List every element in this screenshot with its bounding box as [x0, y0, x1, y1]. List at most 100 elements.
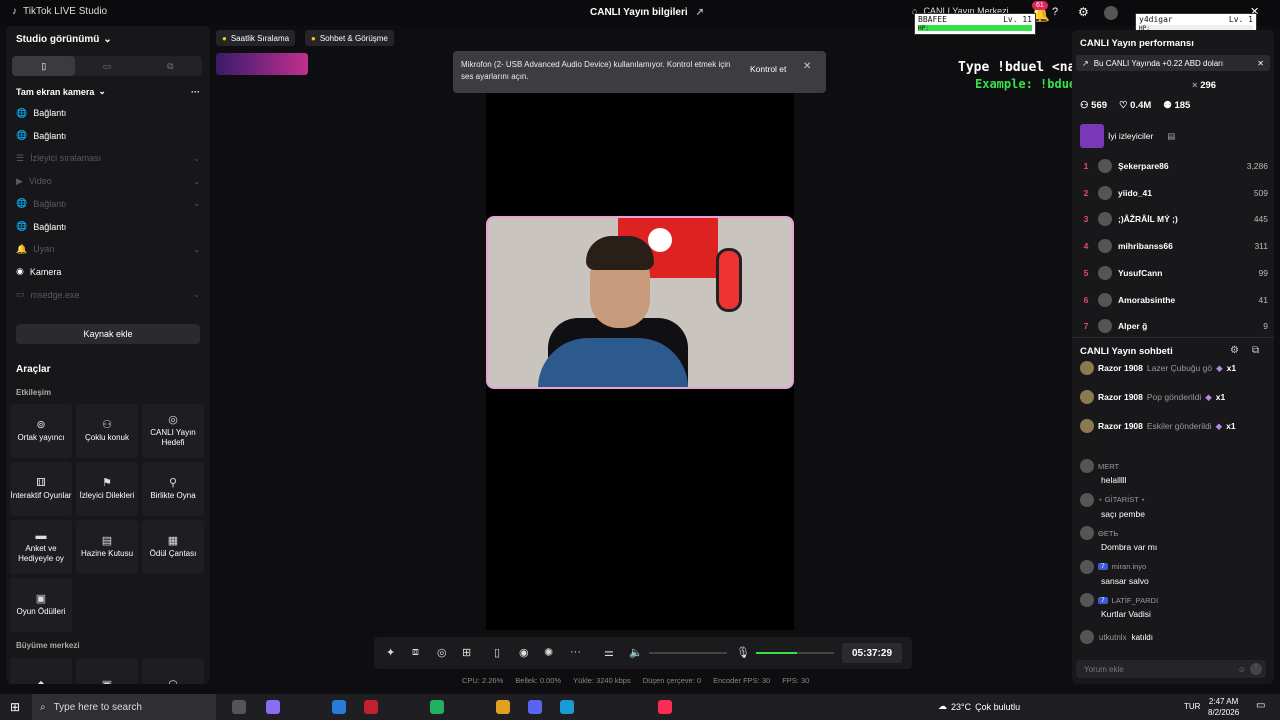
- magic-wand-icon[interactable]: ✦: [386, 646, 395, 659]
- settings-gear-icon[interactable]: ⚙: [1078, 5, 1089, 19]
- avatar: [1080, 630, 1094, 644]
- edge-icon[interactable]: [560, 700, 574, 714]
- taskbar-search[interactable]: ⌕ Type here to search: [32, 694, 216, 720]
- tool-button[interactable]: ⚅ İnteraktif Oyunlar: [10, 462, 72, 516]
- level-badge: 7: [1098, 563, 1108, 570]
- chat-comment[interactable]: ⋆ GİTARİST ⋆ saçı pembe: [1080, 492, 1270, 519]
- chat-settings-icon[interactable]: ⚙: [1230, 345, 1239, 356]
- app-icon-2[interactable]: [430, 700, 444, 714]
- effects-icon[interactable]: ✺: [544, 646, 553, 659]
- more-icon[interactable]: ···: [570, 646, 581, 658]
- comment-input[interactable]: Yorum ekle ☺ ↑: [1076, 660, 1266, 678]
- ai-icon[interactable]: ◎: [437, 646, 447, 659]
- tool-button[interactable]: ▤ Hazine Kutusu: [76, 520, 138, 574]
- profile-avatar[interactable]: [1104, 6, 1118, 20]
- copilot-icon[interactable]: [266, 700, 280, 714]
- send-icon[interactable]: ↑: [1250, 663, 1262, 675]
- ranking-row[interactable]: 7 Alper ğ9: [1080, 316, 1268, 336]
- growth-tool-2[interactable]: ▣: [76, 658, 138, 684]
- ranking-row[interactable]: 4 mihribanss66 311: [1080, 236, 1268, 256]
- add-source-button[interactable]: Kaynak ekle: [16, 324, 200, 344]
- source-item[interactable]: 🌐 Bağlantı: [16, 217, 200, 237]
- discord-icon[interactable]: [528, 700, 542, 714]
- weather-widget[interactable]: ☁ 23°C Çok bulutlu: [938, 701, 1020, 712]
- growth-tool-3[interactable]: ⬡: [142, 658, 204, 684]
- check-button[interactable]: Kontrol et: [745, 61, 791, 77]
- source-item[interactable]: 🌐 Bağlantı: [16, 103, 200, 123]
- live-timer: 05:37:29: [842, 643, 902, 663]
- chat-title: CANLI Yayın sohbeti: [1080, 346, 1173, 357]
- record-icon[interactable]: ◉: [519, 646, 529, 659]
- captions-icon[interactable]: ⧈: [412, 646, 419, 659]
- tool-button[interactable]: ▣ Oyun Ödülleri: [10, 578, 72, 632]
- mail-icon[interactable]: [332, 700, 346, 714]
- chat-comment[interactable]: 7 miran.inyo sansar salvo: [1080, 559, 1270, 586]
- tool-button[interactable]: ⊚ Ortak yayıncı: [10, 404, 72, 458]
- windows-start-icon[interactable]: ⊞: [10, 700, 20, 714]
- app-icon[interactable]: [364, 700, 378, 714]
- share-icon: ↗: [695, 7, 705, 18]
- hourly-ranking-chip[interactable]: ● Saatlik Sıralama: [216, 30, 296, 46]
- microphone-icon[interactable]: 🎙: [736, 646, 750, 659]
- tool-button[interactable]: ◎ CANLI Yayın Hedefi: [142, 404, 204, 458]
- chat-comment[interactable]: ΘΕΤЬ Dombra var mı: [1080, 526, 1270, 552]
- close-notice-icon[interactable]: ✕: [1257, 59, 1264, 68]
- close-toast-icon[interactable]: ✕: [803, 61, 811, 72]
- scene-dropdown[interactable]: Tam ekran kamera ⌄ ···: [16, 86, 200, 97]
- source-item[interactable]: ☰ İzleyici sıralaması ⌄: [16, 148, 200, 168]
- chat-meeting-chip[interactable]: ● Sohbet & Görüşme: [305, 30, 394, 46]
- source-item[interactable]: ▶ Video ⌄: [16, 171, 200, 191]
- phone-icon[interactable]: ▯: [494, 646, 500, 659]
- microphone-warning-toast: Mikrofon (2- USB Advanced Audio Device) …: [453, 51, 826, 93]
- ranking-row[interactable]: 5 YusufCann 99: [1080, 263, 1268, 283]
- chat-comment[interactable]: MERT helalllll: [1080, 459, 1270, 485]
- globe-icon: 🌐: [16, 130, 28, 141]
- gift-icon: ▣: [102, 680, 112, 685]
- ranking-row[interactable]: 2 yiido_41 509: [1080, 183, 1268, 203]
- help-icon[interactable]: ?: [1052, 6, 1058, 18]
- mic-volume-slider[interactable]: [756, 652, 834, 654]
- task-view-icon[interactable]: [232, 700, 246, 714]
- tool-button[interactable]: ⚲ Birlikte Oyna: [142, 462, 204, 516]
- notification-center-icon[interactable]: ▭: [1256, 700, 1265, 711]
- add-media-icon[interactable]: ⊞: [462, 646, 471, 659]
- speaker-icon[interactable]: 🔈: [629, 646, 643, 659]
- source-item[interactable]: ▭ msedge.exe ⌄: [16, 285, 200, 305]
- clock[interactable]: 2:47 AM 8/2/2026: [1208, 696, 1239, 718]
- ranking-row[interactable]: 1 Şekerpare86 3,286: [1080, 156, 1268, 176]
- emoji-icon[interactable]: ☺: [1238, 665, 1246, 674]
- portrait-layout-button[interactable]: ▯: [12, 56, 76, 76]
- ranking-row[interactable]: 6 Amorabsinthe 41: [1080, 290, 1268, 310]
- folder-icon[interactable]: [496, 700, 510, 714]
- tool-button[interactable]: ⚇ Çoklu konuk: [76, 404, 138, 458]
- tiktok-app-icon[interactable]: [658, 700, 672, 714]
- mixer-icon[interactable]: ⚌: [604, 646, 614, 659]
- studio-view-dropdown[interactable]: Studio görünümü ⌄: [16, 34, 112, 45]
- tool-button[interactable]: ▦ Ödül Çantası: [142, 520, 204, 574]
- live-info-button[interactable]: CANLI Yayın bilgileri ↗: [590, 7, 704, 18]
- ranking-row[interactable]: 3 ;)ÂŽRÂİL MÝ ;) 445: [1080, 209, 1268, 229]
- chevron-down-icon: ⌄: [103, 34, 112, 45]
- chat-comment[interactable]: 7 LATİF_PARDI Kurtlar Vadisi: [1080, 593, 1270, 619]
- popout-icon[interactable]: ⧉: [1252, 345, 1259, 356]
- tool-button[interactable]: ▬ Anket ve Hediyeyle oy: [10, 520, 72, 574]
- treasure-icon: ▤: [101, 534, 113, 547]
- language-indicator[interactable]: TUR: [1184, 702, 1200, 711]
- tool-button[interactable]: ⚑ İzleyici Dilekleri: [76, 462, 138, 516]
- source-item[interactable]: 🔔 Uyarı ⌄: [16, 239, 200, 259]
- event-banner[interactable]: [216, 53, 308, 75]
- viewers-tab[interactable]: İyi izleyiciler ▤: [1080, 124, 1175, 148]
- source-item[interactable]: 🌐 Bağlantı: [16, 126, 200, 146]
- source-item[interactable]: ◉ Kamera: [16, 262, 200, 282]
- growth-tool-1[interactable]: ◆: [10, 658, 72, 684]
- more-options-icon[interactable]: ···: [191, 87, 200, 97]
- source-item[interactable]: 🌐 Bağlantı ⌄: [16, 194, 200, 214]
- multi-layout-button[interactable]: ⧉: [139, 56, 202, 76]
- avatar: [1080, 559, 1094, 574]
- speaker-volume-slider[interactable]: [649, 652, 727, 654]
- avatar: [1098, 185, 1112, 200]
- avatar: [1080, 526, 1094, 540]
- camera-source[interactable]: [486, 216, 794, 389]
- list-icon[interactable]: ▤: [1167, 131, 1175, 142]
- landscape-layout-button[interactable]: ▭: [75, 56, 138, 76]
